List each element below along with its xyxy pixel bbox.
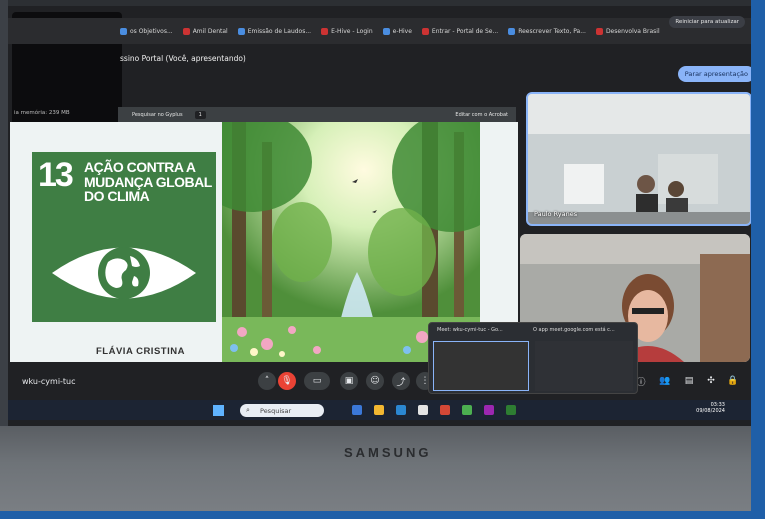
laptop-brand: SAMSUNG [344,445,432,460]
meeting-code: wku-cymi-tuc [22,377,76,386]
app-icon-green[interactable] [506,405,516,415]
bookmark-objetivos[interactable]: os Objetivos... [120,27,173,35]
laptop-frame-left [0,0,8,430]
stop-presenting-button[interactable]: Parar apresentação [677,66,755,82]
bookmark-ehive[interactable]: e-Hive [382,27,412,35]
participant-tile-1[interactable]: Paulo Ryanes [526,92,752,226]
captions-button[interactable]: ▣ [340,372,358,390]
app-icon-red[interactable] [440,405,450,415]
preview-title-meet[interactable]: Meet: wku-cymi-tuc - Go... [437,327,503,333]
photo-border-bottom [0,511,765,519]
photo-border-right [751,0,765,519]
edge-icon[interactable] [396,405,406,415]
update-button[interactable]: Reiniciar para atualizar [669,16,745,28]
pdf-toolbar: Pesquisar no Gyplus 1 Editar com o Acrob… [118,107,516,123]
app-icon-purple[interactable] [484,405,494,415]
presentation-title: ssino Portal (Você, apresentando) [120,54,246,63]
preview-title-sharing[interactable]: O app meet.google.com está c... [533,327,615,333]
file-explorer-icon[interactable] [352,405,362,415]
sdg-title: AÇÃO CONTRA A MUDANÇA GLOBAL DO CLIMA [84,159,212,205]
windows-start-icon[interactable] [213,405,224,416]
taskbar-preview[interactable]: Meet: wku-cymi-tuc - Go... O app meet.go… [428,322,638,394]
camera-button[interactable]: ▭ [304,372,330,390]
preview-thumb-sharing[interactable] [535,341,633,391]
participant-name-1: Paulo Ryanes [534,210,578,218]
clock-date: 09/08/2024 [696,408,725,414]
chevron-up-icon[interactable]: ˄ [258,372,276,390]
chrome-icon[interactable] [462,405,472,415]
folder-icon[interactable] [374,405,384,415]
pdf-search-label[interactable]: Pesquisar no Gyplus [132,112,183,118]
system-clock[interactable]: 03:33 09/08/2024 [696,402,725,414]
laptop-bezel [0,426,765,519]
bookmark-amil[interactable]: Amil Dental [182,27,228,35]
sdg-card: 13 AÇÃO CONTRA A MUDANÇA GLOBAL DO CLIMA [32,152,216,322]
bookmark-reescrever[interactable]: Reescrever Texto, Pa... [508,27,586,35]
emoji-button[interactable]: ☺ [366,372,384,390]
earth-eye-icon [52,247,196,299]
bookmark-portal[interactable]: Entrar - Portal de Se... [421,27,498,35]
photo: os Objetivos... Amil Dental Emissão de L… [0,0,765,519]
activities-icon[interactable]: ✣ [702,372,720,390]
people-icon[interactable]: 👥 [656,372,674,390]
sdg-number: 13 [38,156,74,194]
memory-label: ia memória: 239 MB [14,110,70,116]
lock-icon[interactable]: 🔒 [724,372,742,390]
page-number[interactable]: 1 [194,111,206,119]
bookmark-ehive-login[interactable]: E-Hive - Login [321,27,373,35]
author-name: FLÁVIA CRISTINA [96,346,185,357]
bookmarks-bar: os Objetivos... Amil Dental Emissão de L… [8,18,762,44]
laptop-frame-top [0,0,765,6]
chat-icon[interactable]: ▤ [680,372,698,390]
bookmark-desenvolva[interactable]: Desenvolva Brasil [595,27,660,35]
bookmark-laudos[interactable]: Emissão de Laudos... [237,27,311,35]
participant-video-1 [528,94,750,224]
store-icon[interactable] [418,405,428,415]
mic-off-button[interactable]: 🎙 [278,372,296,390]
present-button[interactable]: ⤴ [392,372,410,390]
search-icon: ⌕ [246,406,250,414]
search-placeholder: Pesquisar [260,406,292,415]
edit-acrobat-button[interactable]: Editar com o Acrobat [455,112,508,118]
taskbar-search[interactable]: ⌕ Pesquisar [240,404,324,417]
preview-thumb-meet[interactable] [433,341,529,391]
